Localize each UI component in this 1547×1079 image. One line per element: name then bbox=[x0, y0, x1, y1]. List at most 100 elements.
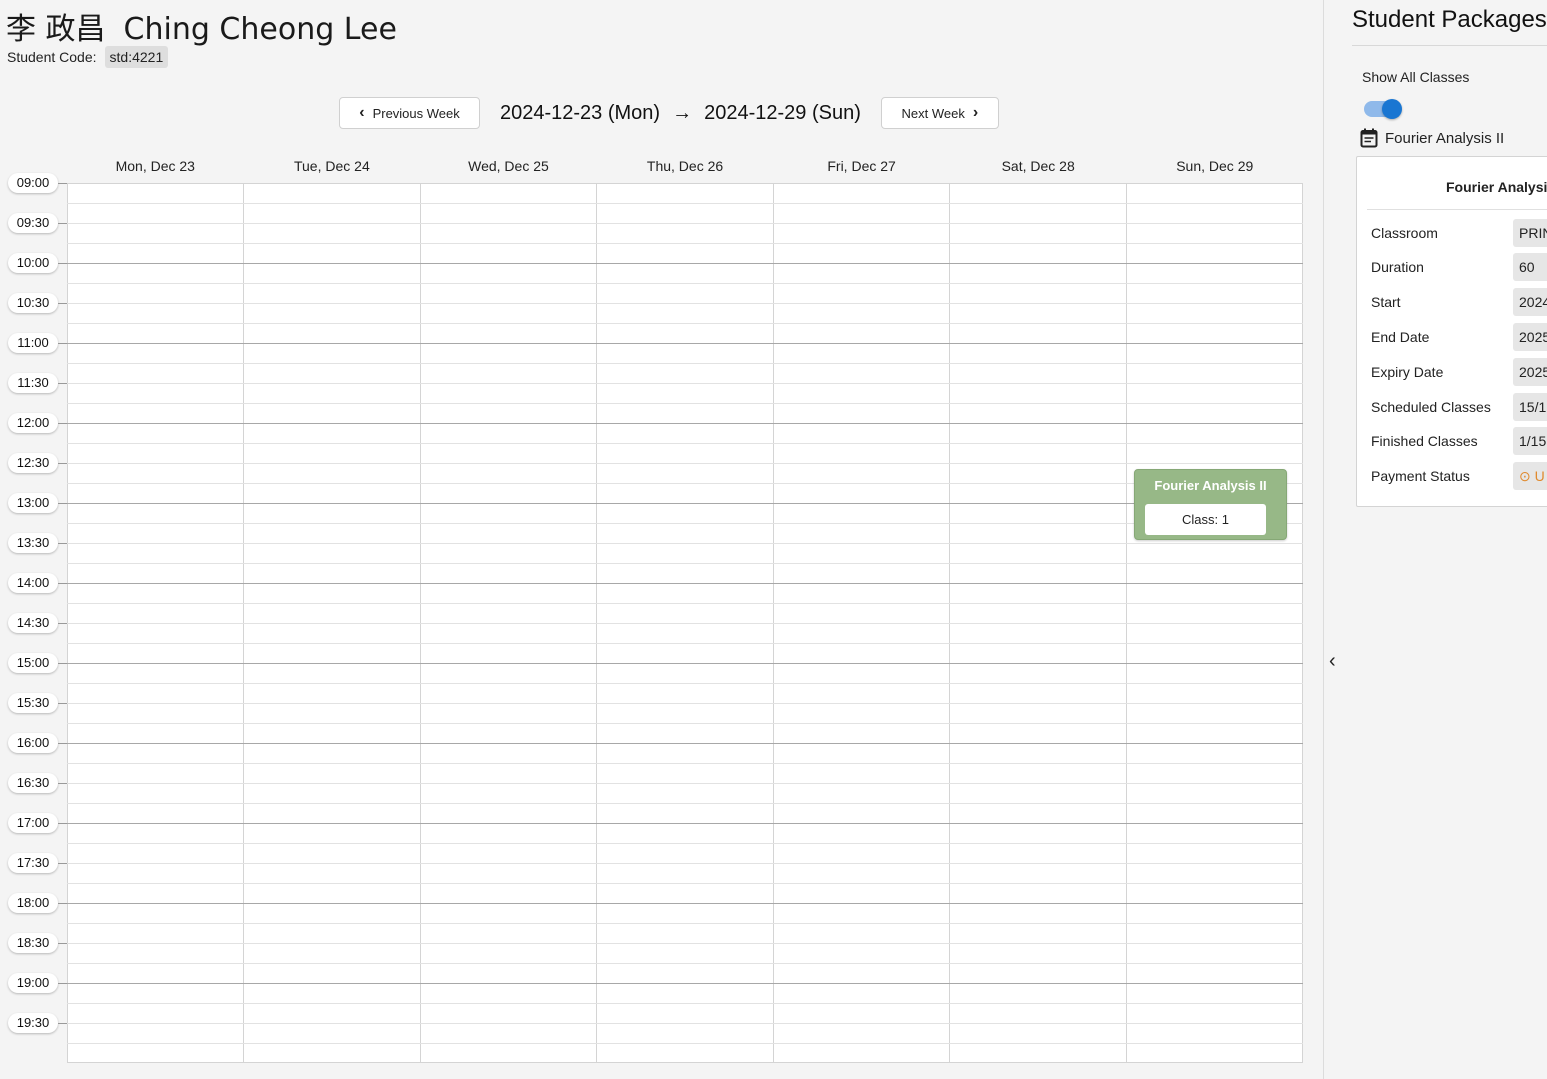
grid-line bbox=[67, 1043, 1303, 1044]
week-end-date: 2024-12-29 (Sun) bbox=[704, 101, 861, 124]
field-value: 15/1 bbox=[1513, 393, 1547, 421]
time-tick bbox=[58, 583, 67, 584]
day-header: Tue, Dec 24 bbox=[293, 158, 370, 174]
time-label: 11:30 bbox=[8, 373, 58, 393]
collapse-panel-icon[interactable]: ‹ bbox=[1329, 650, 1336, 673]
time-tick bbox=[58, 223, 67, 224]
event-class-badge[interactable]: Class: 1 bbox=[1145, 504, 1266, 535]
grid-line bbox=[67, 223, 1303, 224]
field-label: Classroom bbox=[1371, 225, 1438, 241]
grid-line bbox=[67, 523, 1303, 524]
grid-line bbox=[67, 263, 1303, 264]
field-label: Scheduled Classes bbox=[1371, 399, 1491, 415]
panel-divider-line bbox=[1352, 45, 1547, 46]
time-label: 15:30 bbox=[8, 693, 58, 713]
grid-line bbox=[67, 1003, 1303, 1004]
week-start-date: 2024-12-23 (Mon) bbox=[500, 101, 661, 124]
time-label: 17:00 bbox=[8, 813, 58, 833]
time-tick bbox=[58, 343, 67, 344]
grid-line bbox=[67, 303, 1303, 304]
time-label: 17:30 bbox=[8, 853, 58, 873]
time-label: 14:30 bbox=[8, 613, 58, 633]
panel-divider bbox=[1323, 0, 1324, 1079]
time-label: 12:30 bbox=[8, 453, 58, 473]
grid-line bbox=[67, 543, 1303, 544]
previous-week-button[interactable]: ‹ Previous Week bbox=[339, 97, 480, 129]
field-value: ⊙ U bbox=[1513, 462, 1547, 490]
grid-line bbox=[67, 1023, 1303, 1024]
day-header: Mon, Dec 23 bbox=[115, 158, 195, 174]
time-tick bbox=[58, 743, 67, 744]
field-label: Expiry Date bbox=[1371, 364, 1444, 380]
time-tick bbox=[58, 1023, 67, 1024]
grid-line bbox=[67, 923, 1303, 924]
grid-line bbox=[67, 663, 1303, 664]
grid-line bbox=[67, 243, 1303, 244]
time-label: 10:30 bbox=[8, 293, 58, 313]
field-value: PRIN bbox=[1513, 219, 1547, 247]
time-tick bbox=[58, 863, 67, 864]
card-title: Fourier Analysis bbox=[1446, 179, 1547, 195]
time-tick bbox=[58, 183, 67, 184]
time-label: 14:00 bbox=[8, 573, 58, 593]
grid-line bbox=[67, 343, 1303, 344]
grid-line bbox=[67, 703, 1303, 704]
day-header: Wed, Dec 25 bbox=[468, 158, 549, 174]
grid-line bbox=[67, 723, 1303, 724]
field-label: Payment Status bbox=[1371, 468, 1470, 484]
next-week-button[interactable]: Next Week › bbox=[880, 97, 999, 129]
time-label: 09:00 bbox=[8, 173, 58, 193]
grid-line bbox=[67, 903, 1303, 904]
package-item[interactable]: Fourier Analysis II bbox=[1360, 128, 1504, 148]
time-tick bbox=[58, 983, 67, 984]
day-header: Thu, Dec 26 bbox=[646, 158, 724, 174]
time-tick bbox=[58, 263, 67, 264]
time-label: 13:00 bbox=[8, 493, 58, 513]
grid-line bbox=[67, 883, 1303, 884]
time-label: 18:00 bbox=[8, 893, 58, 913]
grid-line bbox=[67, 803, 1303, 804]
grid-line bbox=[67, 743, 1303, 744]
chevron-right-icon: › bbox=[972, 104, 979, 121]
time-label: 11:00 bbox=[8, 333, 58, 353]
grid-line bbox=[67, 583, 1303, 584]
time-tick bbox=[58, 903, 67, 904]
time-tick bbox=[58, 823, 67, 824]
grid-line bbox=[67, 623, 1303, 624]
grid-line bbox=[67, 503, 1303, 504]
grid-line bbox=[67, 423, 1303, 424]
class-event[interactable]: Fourier Analysis II Class: 1 bbox=[1134, 469, 1287, 540]
arrow-right-icon: → bbox=[672, 101, 693, 124]
week-navigation: ‹ Previous Week 2024-12-23 (Mon) → 2024-… bbox=[339, 97, 999, 129]
next-week-label: Next Week bbox=[901, 105, 965, 121]
grid-line bbox=[67, 943, 1303, 944]
time-label: 18:30 bbox=[8, 933, 58, 953]
time-label: 10:00 bbox=[8, 253, 58, 273]
day-headers: Mon, Dec 23 Tue, Dec 24 Wed, Dec 25 Thu,… bbox=[67, 158, 1303, 174]
grid-line bbox=[67, 443, 1303, 444]
time-tick bbox=[58, 463, 67, 464]
event-title: Fourier Analysis II bbox=[1154, 478, 1267, 493]
time-tick bbox=[58, 423, 67, 424]
grid-line bbox=[67, 603, 1303, 604]
time-tick bbox=[58, 543, 67, 544]
grid-line bbox=[67, 843, 1303, 844]
grid-line bbox=[67, 383, 1303, 384]
time-tick bbox=[58, 623, 67, 624]
grid-line bbox=[67, 863, 1303, 864]
day-header: Sat, Dec 28 bbox=[1001, 158, 1075, 174]
time-tick bbox=[58, 703, 67, 704]
grid-line bbox=[67, 963, 1303, 964]
grid-line bbox=[67, 683, 1303, 684]
time-tick bbox=[58, 303, 67, 304]
time-tick bbox=[58, 943, 67, 944]
grid-line bbox=[67, 983, 1303, 984]
time-tick bbox=[58, 783, 67, 784]
grid-line bbox=[67, 643, 1303, 644]
grid-line bbox=[67, 823, 1303, 824]
student-code-row: Student Code: std:4221 bbox=[7, 46, 169, 68]
calendar-icon bbox=[1360, 128, 1378, 148]
show-all-classes-toggle[interactable] bbox=[1364, 99, 1402, 119]
time-tick bbox=[58, 503, 67, 504]
grid-line bbox=[67, 203, 1303, 204]
